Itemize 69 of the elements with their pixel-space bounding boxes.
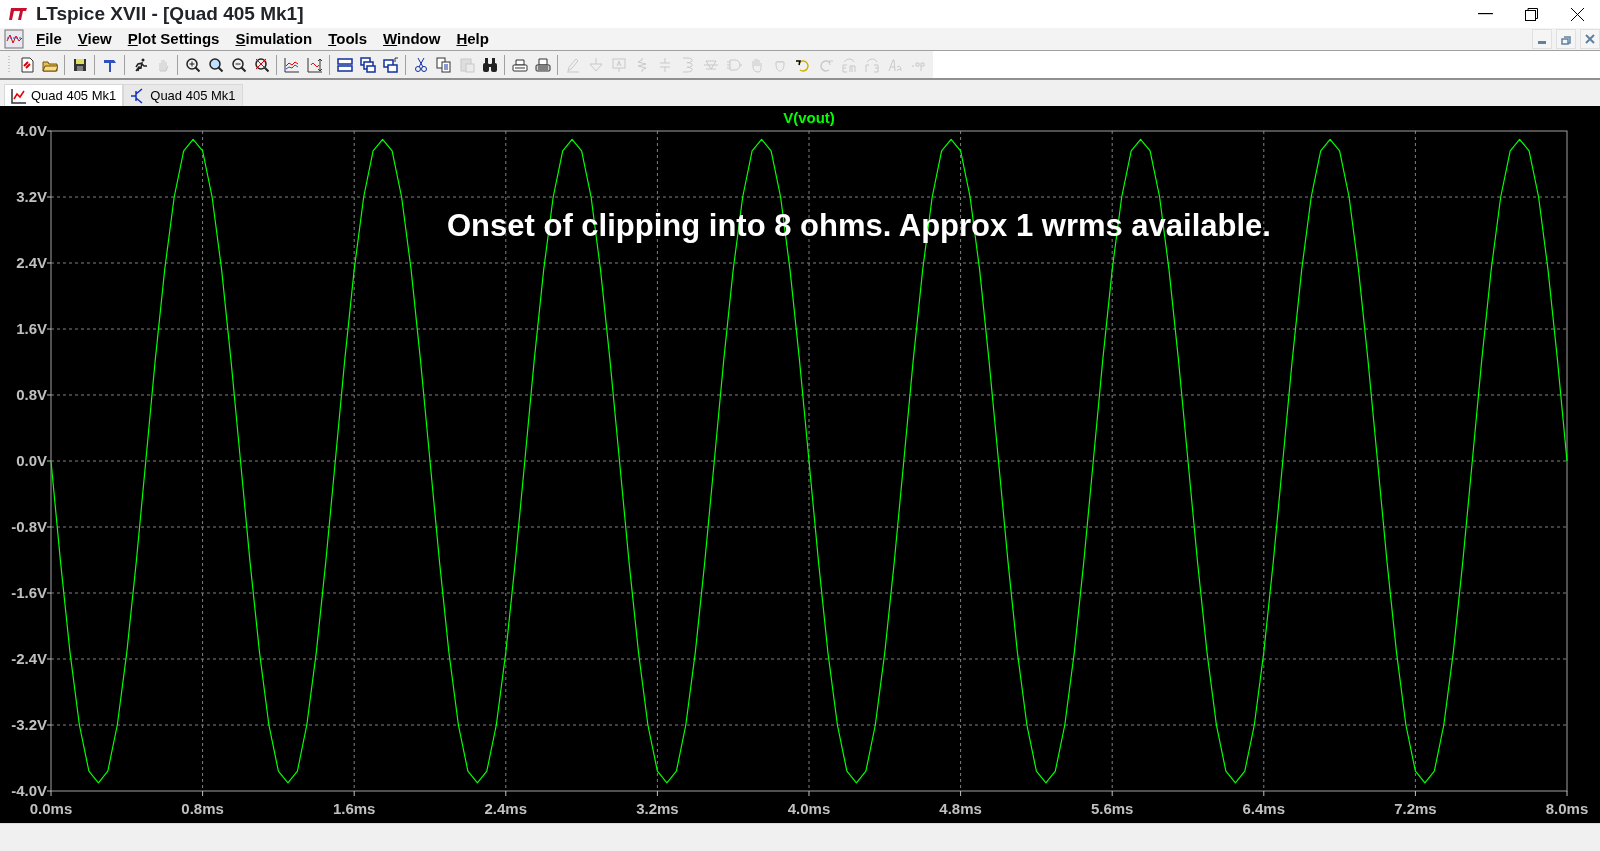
document-tab[interactable]: Quad 405 Mk1: [123, 84, 243, 106]
axis-tick-label: 4.0ms: [787, 800, 831, 817]
restore-button[interactable]: [1556, 29, 1576, 49]
axis-tick-label: 0.0V: [16, 452, 47, 469]
menu-item[interactable]: Tools: [320, 29, 376, 49]
axis-tick-label: 4.0V: [16, 122, 47, 139]
trace-plot-icon: [283, 56, 300, 73]
waveform-icon: [11, 87, 27, 104]
window-title: LTspice XVII - [Quad 405 Mk1]: [36, 1, 305, 26]
menu-item[interactable]: Plot Settings: [119, 29, 228, 49]
close-icon: [1569, 6, 1585, 22]
axis-tick-label: 0.0ms: [29, 800, 73, 817]
crossed-magnifier-icon: [253, 56, 270, 73]
minimize-icon: [1477, 13, 1493, 15]
magnifier-icon: [207, 56, 224, 73]
rotate-icon: [840, 56, 857, 73]
arrange-windows-icon: [382, 56, 399, 73]
axis-tick-label: 2.4V: [16, 254, 47, 271]
axis-tick-label: 0.8ms: [181, 800, 224, 817]
axis-tick-label: 4.8ms: [939, 800, 982, 817]
menu-item[interactable]: View: [69, 29, 120, 49]
autorange-icon: [306, 56, 323, 73]
menu-item[interactable]: File: [28, 29, 70, 49]
cascade-windows-icon: [359, 56, 376, 73]
logo-icon: [8, 6, 28, 22]
pencil-icon: [564, 56, 581, 73]
close-button[interactable]: [1580, 29, 1600, 49]
axis-tick-label: -3.2V: [11, 716, 47, 733]
axis-tick-label: -1.6V: [11, 584, 47, 601]
maximize-icon: [1523, 6, 1539, 22]
gate-icon: [725, 56, 742, 73]
text-icon: [886, 56, 903, 73]
printer-preview-icon: [511, 56, 528, 73]
axis-tick-label: 0.8V: [16, 386, 47, 403]
copy-icon: [435, 56, 452, 73]
axis-tick-label: 3.2ms: [636, 800, 679, 817]
minimize-button[interactable]: [1532, 29, 1552, 49]
axis-tick-label: 8.0ms: [1545, 800, 1589, 817]
axis-tick-label: -0.8V: [11, 518, 47, 535]
axis-tick-label: 6.4ms: [1242, 800, 1286, 817]
axis-tick-label: -4.0V: [11, 782, 47, 799]
document-tab[interactable]: Quad 405 Mk1: [4, 84, 124, 106]
axis-tick-label: 2.4ms: [484, 800, 528, 817]
axis-tick-label: 7.2ms: [1394, 800, 1437, 817]
new-file-icon: [18, 56, 35, 73]
mirror-icon: [863, 56, 880, 73]
axis-tick-label: 3.2V: [16, 188, 47, 205]
menu-item[interactable]: Window: [375, 29, 449, 49]
axis-tick-label: 5.6ms: [1090, 800, 1134, 817]
axis-tick-label: 1.6ms: [332, 800, 376, 817]
axis-tick-label: 1.6V: [16, 320, 47, 337]
tile-windows-icon: [336, 56, 353, 73]
menu-item[interactable]: Simulation: [227, 29, 321, 49]
binoculars-icon: [481, 56, 498, 73]
zoom-out-icon: [230, 56, 247, 73]
restore-icon: [1560, 33, 1572, 45]
ground-symbol-icon: [587, 56, 604, 73]
axis-tick-label: -2.4V: [11, 650, 47, 667]
scissors-icon: [412, 56, 429, 73]
close-icon: [1584, 33, 1596, 45]
printer-icon: [534, 56, 551, 73]
trace-label: V(vout): [783, 109, 835, 126]
waveform-icon[interactable]: [4, 29, 24, 49]
zoom-in-icon: [184, 56, 201, 73]
clipboard-icon: [458, 56, 475, 73]
save-icon: [71, 56, 88, 73]
menu-item[interactable]: Help: [448, 29, 497, 49]
label-icon: [610, 56, 627, 73]
minimize-icon: [1538, 41, 1546, 44]
